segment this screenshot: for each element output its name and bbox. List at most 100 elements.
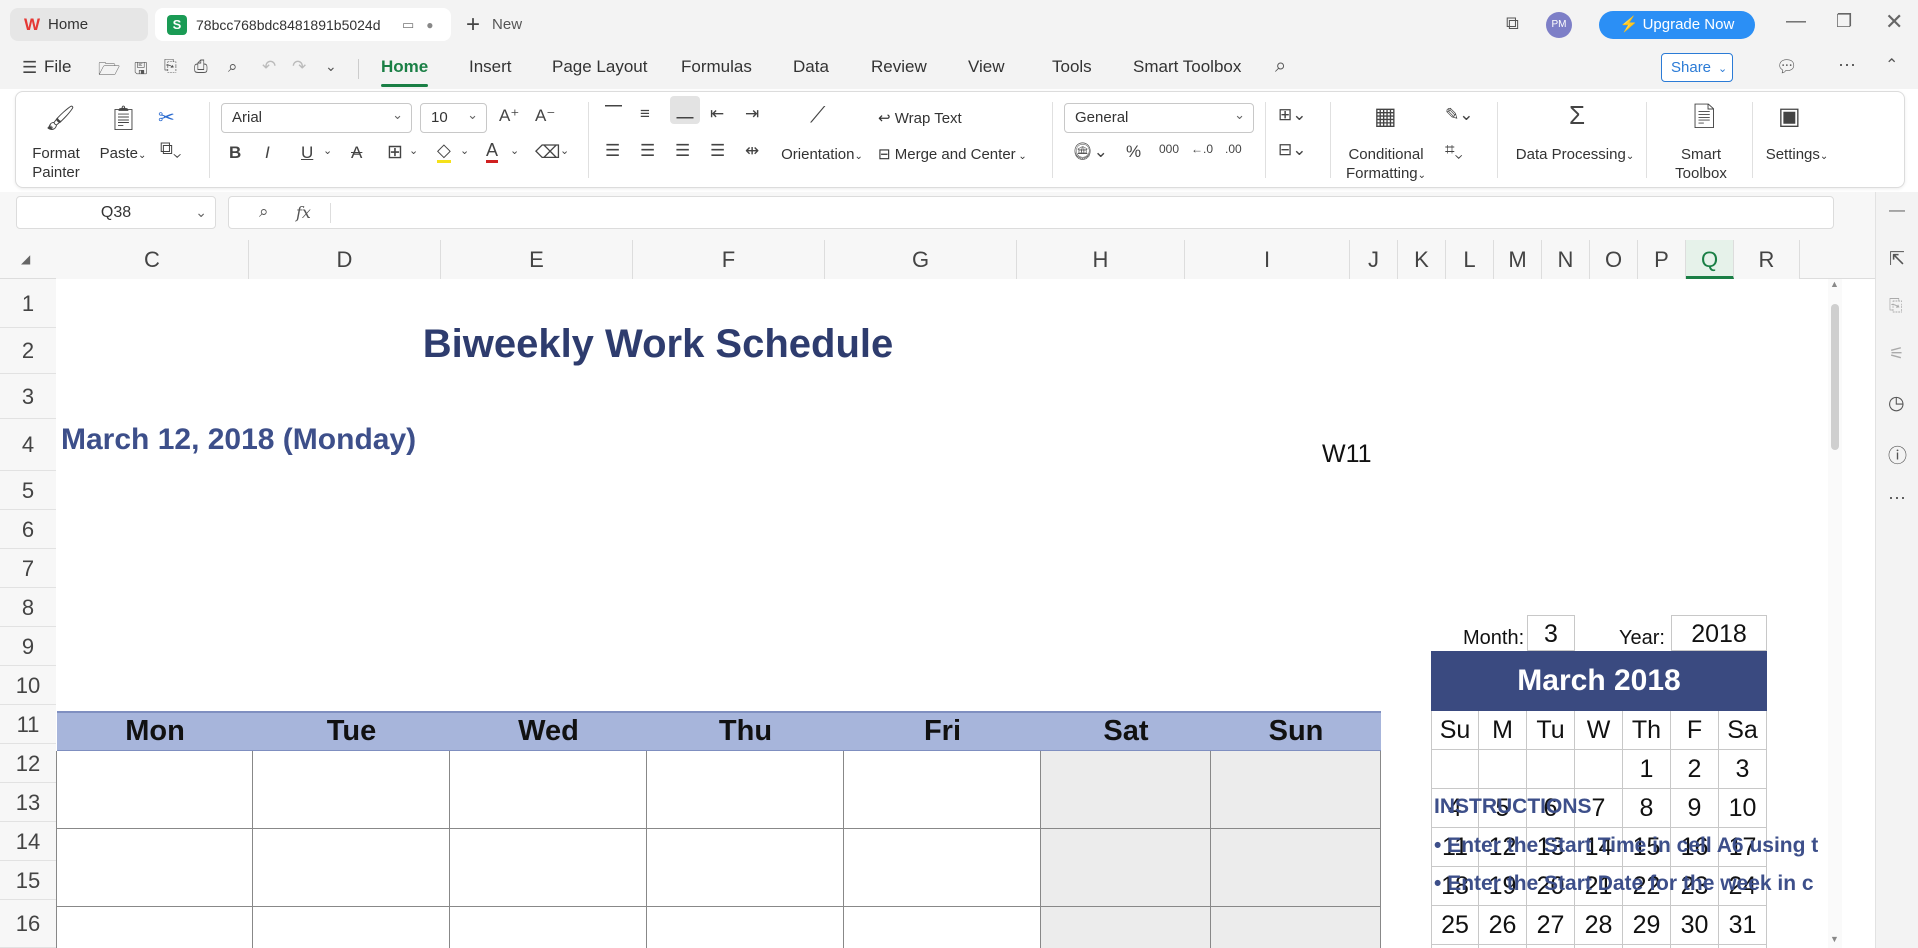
crop-icon[interactable]: ⌗⌄ xyxy=(1445,140,1463,160)
clear-dropdown-icon[interactable]: ⌄ xyxy=(560,144,569,157)
schedule-cell[interactable] xyxy=(57,907,253,948)
cell-style-icon[interactable]: ⊞⌄ xyxy=(1278,105,1307,125)
schedule-cell[interactable] xyxy=(1041,907,1211,948)
smart-toolbox-button[interactable]: Smart Toolbox xyxy=(1656,145,1746,183)
font-size-select[interactable]: 10 ⌄ xyxy=(420,103,487,133)
schedule-cell[interactable] xyxy=(450,907,647,948)
schedule-cell[interactable] xyxy=(253,829,450,907)
table-style-icon[interactable]: ⊟⌄ xyxy=(1278,140,1307,160)
align-right-icon[interactable]: ☰ xyxy=(675,141,690,161)
save-icon[interactable]: 🖫 xyxy=(134,58,148,85)
conditional-formatting-button[interactable]: Conditional Formatting⌄ xyxy=(1339,145,1433,185)
menu-formulas[interactable]: Formulas xyxy=(681,57,752,77)
strikethrough-icon[interactable]: A xyxy=(351,143,362,163)
align-top-icon[interactable]: ⎺ xyxy=(605,104,622,124)
font-color-dropdown-icon[interactable]: ⌄ xyxy=(510,144,519,157)
row-header[interactable]: 1 xyxy=(0,279,56,328)
export-icon[interactable]: ⎘ xyxy=(164,58,177,76)
menu-review[interactable]: Review xyxy=(871,57,927,77)
row-header[interactable]: 15 xyxy=(0,861,56,900)
underline-dropdown-icon[interactable]: ⌄ xyxy=(323,144,332,157)
tab-home[interactable]: W Home xyxy=(10,8,148,41)
menu-home[interactable]: Home xyxy=(381,57,428,77)
increase-font-icon[interactable]: A⁺ xyxy=(499,106,519,126)
row-header[interactable]: 16 xyxy=(0,900,56,948)
row-header[interactable]: 13 xyxy=(0,783,56,822)
scroll-up-icon[interactable]: ▲ xyxy=(1830,279,1839,289)
justify-icon[interactable]: ☰ xyxy=(710,141,725,161)
schedule-cell[interactable] xyxy=(450,829,647,907)
column-header[interactable]: L xyxy=(1446,240,1494,279)
menu-page-layout[interactable]: Page Layout xyxy=(552,57,647,77)
transform-icon[interactable]: ⎘ xyxy=(1889,296,1903,316)
column-header[interactable]: F xyxy=(633,240,825,279)
column-header[interactable]: E xyxy=(441,240,633,279)
increase-decimal-icon[interactable]: ←.0 xyxy=(1191,142,1213,156)
wrap-text-button[interactable]: ↩︎ Wrap Text xyxy=(878,109,962,128)
fill-color-dropdown-icon[interactable]: ⌄ xyxy=(460,144,469,157)
underline-icon[interactable]: U xyxy=(301,143,313,163)
column-header[interactable]: P xyxy=(1638,240,1686,279)
decrease-font-icon[interactable]: A⁻ xyxy=(535,106,555,126)
select-pointer-icon[interactable]: ⇱ xyxy=(1889,248,1905,271)
font-color-icon[interactable]: A xyxy=(486,141,499,163)
settings-button[interactable]: Settings⌄ xyxy=(1752,145,1842,166)
align-middle-icon[interactable]: ≡ xyxy=(640,104,650,124)
avatar[interactable]: PM xyxy=(1546,12,1572,38)
data-processing-button[interactable]: Data Processing⌄ xyxy=(1510,145,1640,166)
distribute-icon[interactable]: ⇹ xyxy=(745,141,759,161)
window-mode-icon[interactable]: ⧉ xyxy=(1506,13,1519,34)
column-header[interactable]: O xyxy=(1590,240,1638,279)
borders-icon[interactable]: ⊞ xyxy=(387,141,403,164)
clear-icon[interactable]: ⌫ xyxy=(535,142,560,163)
schedule-cell[interactable] xyxy=(57,751,253,829)
column-header[interactable]: M xyxy=(1494,240,1542,279)
format-painter-button[interactable]: Format Painter xyxy=(26,144,86,182)
print-preview-icon[interactable]: ⌕ xyxy=(228,57,238,77)
styles-icon[interactable]: ✎⌄ xyxy=(1445,105,1474,125)
schedule-cell[interactable] xyxy=(647,829,844,907)
menu-data[interactable]: Data xyxy=(793,57,829,77)
menu-view[interactable]: View xyxy=(968,57,1005,77)
more-icon[interactable]: ⋯ xyxy=(1888,488,1906,509)
cut-icon[interactable]: ✂ xyxy=(158,105,175,130)
name-box[interactable]: Q38 ⌄ xyxy=(16,196,216,229)
decrease-decimal-icon[interactable]: .00 xyxy=(1225,142,1242,156)
scroll-down-icon[interactable]: ▼ xyxy=(1830,934,1839,944)
zoom-icon[interactable]: ⌕ xyxy=(259,202,269,222)
schedule-cell[interactable] xyxy=(1211,751,1381,829)
year-input[interactable]: 2018 xyxy=(1671,615,1767,651)
copy-icon[interactable]: ⧉⌄ xyxy=(160,138,181,159)
more-quick-icon[interactable]: ⌄ xyxy=(325,58,337,75)
history-icon[interactable]: ◷ xyxy=(1888,392,1905,415)
orientation-button[interactable]: Orientation⌄ xyxy=(777,145,867,166)
schedule-cell[interactable] xyxy=(647,907,844,948)
comment-icon[interactable]: 💬︎ xyxy=(1776,57,1798,77)
vertical-scrollbar[interactable]: ▲ ▼ xyxy=(1828,279,1842,948)
panel-minimize-icon[interactable]: — xyxy=(1889,202,1905,220)
percent-icon[interactable]: % xyxy=(1126,142,1141,162)
borders-dropdown-icon[interactable]: ⌄ xyxy=(409,144,418,157)
thousands-icon[interactable]: 000 xyxy=(1159,142,1179,156)
formula-input-box[interactable]: ⌕ fx xyxy=(228,196,1834,229)
row-header[interactable]: 10 xyxy=(0,666,56,705)
row-header[interactable]: 5 xyxy=(0,471,56,510)
column-header[interactable]: K xyxy=(1398,240,1446,279)
currency-icon[interactable]: 🪙︎⌄ xyxy=(1072,142,1108,162)
menu-smart-toolbox[interactable]: Smart Toolbox xyxy=(1133,57,1241,77)
new-tab-button[interactable]: + New xyxy=(466,8,546,41)
align-left-icon[interactable]: ☰ xyxy=(605,141,620,161)
row-header[interactable]: 6 xyxy=(0,510,56,549)
row-header[interactable]: 8 xyxy=(0,588,56,627)
sliders-icon[interactable]: ⚟ xyxy=(1889,344,1904,364)
tab-file[interactable]: S 78bcc768bdc8481891b5024d ▭ ● xyxy=(155,8,451,41)
column-header[interactable]: G xyxy=(825,240,1017,279)
menu-file[interactable]: File xyxy=(44,57,71,77)
print-icon[interactable]: ⎙ xyxy=(194,57,208,77)
fill-color-icon[interactable]: ◇ xyxy=(437,141,451,163)
merge-center-button[interactable]: ⊟ Merge and Center ⌄ xyxy=(878,145,1027,166)
schedule-cell[interactable] xyxy=(1041,751,1211,829)
increase-indent-icon[interactable]: ⇥ xyxy=(745,104,759,124)
schedule-cell[interactable] xyxy=(844,907,1041,948)
align-bottom-icon[interactable]: ⎽ xyxy=(670,96,700,124)
